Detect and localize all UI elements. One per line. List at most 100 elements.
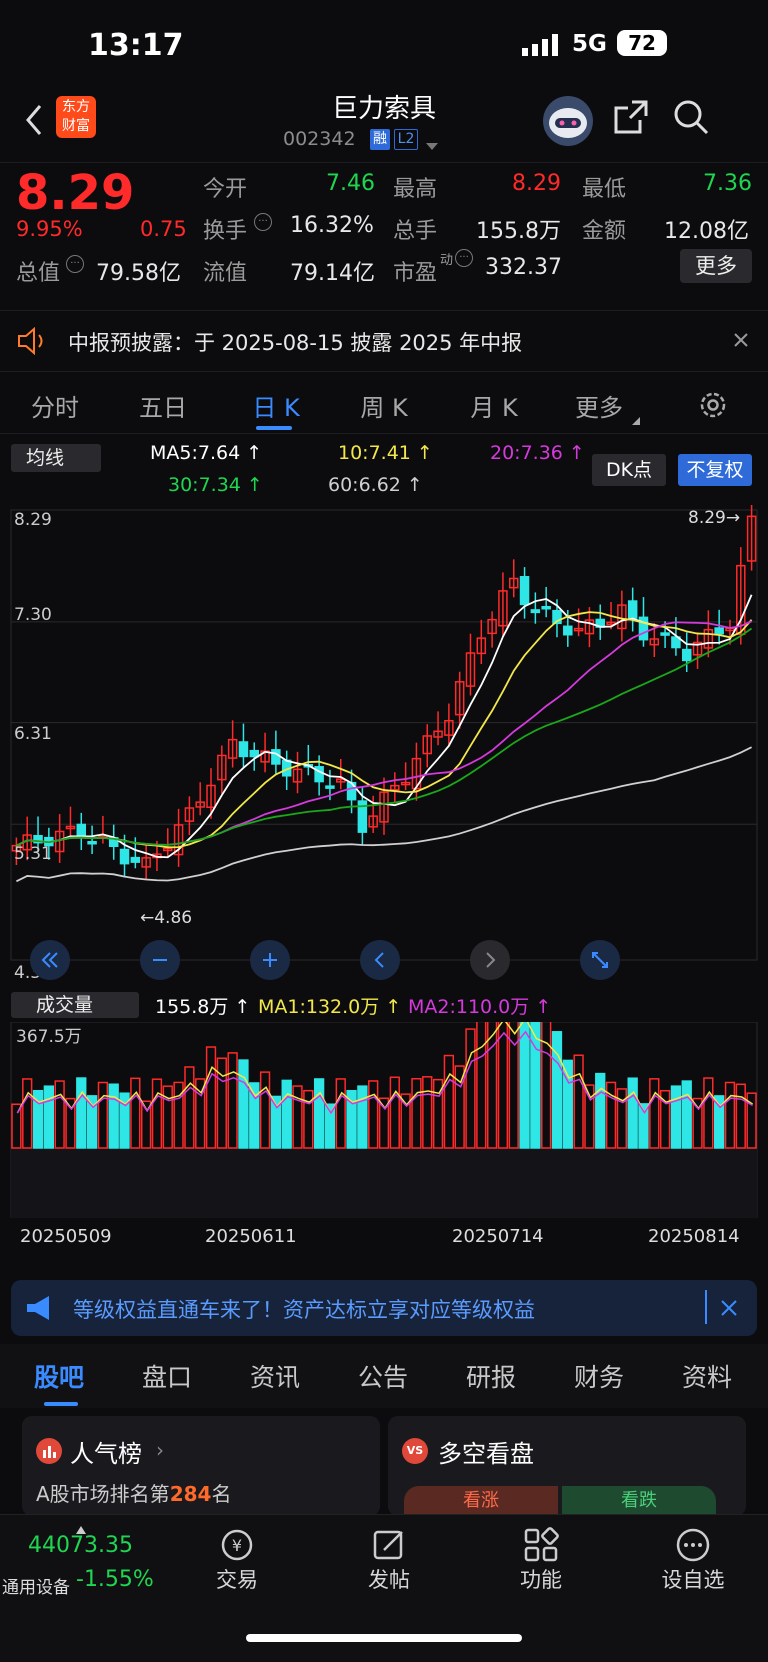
tab-research[interactable]: 研报 — [466, 1358, 516, 1394]
status-time: 13:17 — [88, 28, 184, 63]
kline-chart[interactable] — [0, 505, 768, 987]
ma30-value: 30:7.34 ↑ — [168, 474, 263, 496]
function-label[interactable]: 功能 — [486, 1564, 596, 1594]
tab-weekly-k[interactable]: 周 K — [344, 376, 424, 434]
share-icon[interactable] — [612, 98, 650, 136]
fullscreen-icon[interactable] — [580, 940, 620, 980]
tab-news[interactable]: 资讯 — [250, 1358, 300, 1394]
high-label: 最高 — [393, 177, 438, 202]
svg-text:¥: ¥ — [232, 1536, 242, 1555]
post-icon[interactable] — [370, 1526, 408, 1564]
indicator-selector-label: 均线 — [26, 447, 65, 469]
amount-value: 12.08亿 — [664, 219, 749, 244]
bearish-button[interactable]: 看跌 — [562, 1486, 716, 1516]
turnover-label: 换手 — [203, 219, 248, 244]
stock-code: 002342 — [283, 128, 356, 150]
sector-name[interactable]: 通用设备 — [2, 1573, 70, 1598]
tab-announcements[interactable]: 公告 — [358, 1358, 408, 1394]
info-icon[interactable]: ··· — [66, 255, 84, 273]
tab-intraday[interactable]: 分时 — [20, 376, 90, 434]
price-axis-top: 8.29 — [14, 510, 52, 530]
up-arrow-icon — [76, 1519, 86, 1534]
network-label: 5G — [572, 31, 607, 57]
pe-value: 332.37 — [485, 255, 562, 280]
back-icon[interactable] — [20, 100, 50, 140]
tab-more[interactable]: 更多 — [568, 376, 630, 434]
zoom-out-icon[interactable] — [140, 940, 180, 980]
ma10-value: 10:7.41 ↑ — [338, 442, 433, 464]
stock-name: 巨力索具 — [331, 94, 436, 124]
tab-profile[interactable]: 资料 — [682, 1358, 732, 1394]
volume-axis-top: 367.5万 — [16, 1027, 82, 1047]
jump-left-icon[interactable] — [30, 940, 70, 980]
pe-info-icon[interactable]: ··· — [455, 249, 473, 267]
index-value[interactable]: 44073.35 — [28, 1533, 133, 1558]
close-icon[interactable] — [732, 331, 750, 349]
change-percent: 9.95% — [16, 217, 83, 241]
volume-current: 155.8万 ↑ — [155, 996, 251, 1018]
quote-panel: 8.29 9.95% 0.75 总值 ··· 79.58亿 今开 7.46 最高… — [0, 162, 768, 292]
bull-bear-card[interactable]: VS 多空看盘 看涨 看跌 — [388, 1416, 746, 1516]
close-icon[interactable] — [719, 1298, 739, 1318]
vs-icon: VS — [402, 1438, 428, 1464]
tab-guba[interactable]: 股吧 — [34, 1358, 84, 1394]
move-right-icon[interactable] — [470, 940, 510, 980]
bullish-button[interactable]: 看涨 — [404, 1486, 558, 1516]
price-axis-4: 5.31 — [14, 844, 52, 864]
tab-finance[interactable]: 财务 — [574, 1358, 624, 1394]
dropdown-icon[interactable] — [426, 136, 438, 150]
mcap-value: 79.58亿 — [96, 261, 181, 286]
turnover-info-icon[interactable]: ··· — [254, 213, 272, 231]
ma5-value: MA5:7.64 ↑ — [150, 442, 263, 464]
indicator-selector[interactable]: 均线 — [11, 444, 101, 472]
search-icon[interactable] — [672, 98, 710, 136]
move-left-icon[interactable] — [360, 940, 400, 980]
notice-text: 中报预披露：于 2025-08-15 披露 2025 年中报 — [68, 331, 523, 355]
adjust-button[interactable]: 不复权 — [678, 454, 752, 486]
add-watchlist-icon[interactable] — [674, 1526, 712, 1564]
period-tabs: 分时 五日 日 K 周 K 月 K 更多 — [0, 376, 768, 434]
tab-pankou[interactable]: 盘口 — [142, 1358, 192, 1394]
speaker-icon — [16, 326, 48, 356]
notice-bar[interactable]: 中报预披露：于 2025-08-15 披露 2025 年中报 — [0, 310, 768, 372]
watchlist-label[interactable]: 设自选 — [638, 1564, 748, 1594]
volume-ma2: MA2:110.0万 ↑ — [408, 996, 552, 1018]
dk-point-button[interactable]: DK点 — [592, 454, 666, 486]
post-label[interactable]: 发帖 — [334, 1564, 444, 1594]
volume-legend: 成交量 155.8万 ↑ MA1:132.0万 ↑ MA2:110.0万 ↑ — [0, 990, 768, 1020]
eastmoney-logo[interactable]: 东方 财富 — [56, 96, 96, 138]
volume-selector-label: 成交量 — [36, 994, 94, 1016]
settings-icon[interactable] — [698, 390, 728, 420]
promo-banner[interactable]: 等级权益直通车来了！资产达标立享对应等级权益 — [11, 1280, 757, 1336]
content-tabs: 股吧 盘口 资讯 公告 研报 财务 资料 — [0, 1344, 768, 1408]
volume-selector[interactable]: 成交量 — [11, 992, 139, 1018]
chevron-down-icon — [632, 410, 640, 425]
low-label: 最低 — [582, 177, 627, 202]
duokong-title: 多空看盘 — [438, 1440, 534, 1468]
tab-five-day[interactable]: 五日 — [128, 376, 198, 434]
low-value: 7.36 — [703, 171, 752, 196]
tab-indicator — [256, 426, 292, 430]
rank-line: A股市场排名第284名 — [36, 1482, 232, 1506]
trade-label[interactable]: 交易 — [182, 1564, 292, 1594]
stock-header: 东方 财富 巨力索具 002342 融 L2 — [0, 90, 768, 162]
pe-label: 市盈 — [393, 261, 438, 286]
l2-badge[interactable]: L2 — [394, 129, 418, 150]
robot-avatar-icon[interactable] — [543, 96, 593, 146]
zoom-in-icon[interactable] — [250, 940, 290, 980]
low-marker: ←4.86 — [140, 908, 193, 928]
grid-icon[interactable] — [522, 1526, 560, 1564]
volume-value: 155.8万 — [476, 219, 561, 244]
logo-text-1: 东方 — [62, 99, 90, 115]
volume-label: 总手 — [393, 219, 438, 244]
date-label: 20250611 — [205, 1226, 297, 1247]
volume-chart[interactable] — [0, 1022, 768, 1218]
rank-number: 284 — [169, 1482, 212, 1506]
volume-ma1: MA1:132.0万 ↑ — [258, 996, 402, 1018]
date-label: 20250814 — [648, 1226, 740, 1247]
signal-icon — [522, 34, 560, 56]
trade-icon[interactable]: ¥ — [218, 1526, 256, 1564]
tab-monthly-k[interactable]: 月 K — [454, 376, 534, 434]
popularity-card[interactable]: 人气榜 › A股市场排名第284名 — [22, 1416, 380, 1516]
more-button[interactable]: 更多 — [680, 249, 752, 283]
